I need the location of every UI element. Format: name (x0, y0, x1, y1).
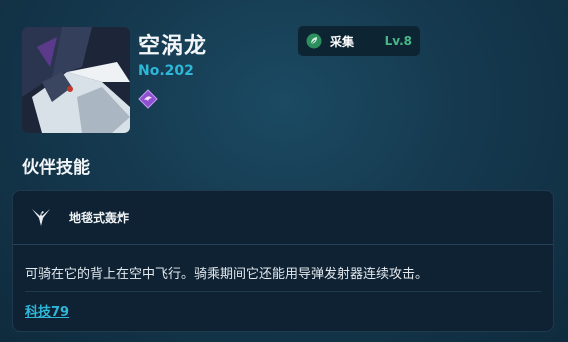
tech-link[interactable]: 科技79 (25, 301, 69, 320)
skill-name: 地毯式轰炸 (69, 211, 130, 225)
pal-portrait-image (22, 27, 130, 133)
leaf-icon (306, 33, 322, 49)
dragon-element-icon (138, 89, 158, 109)
work-label: 采集 (330, 34, 355, 49)
partner-skill-heading: 伙伴技能 (22, 158, 90, 178)
skill-description: 可骑在它的背上在空中飞行。骑乘期间它还能用导弹发射器连续攻击。 (25, 267, 429, 282)
work-suitability-badge[interactable]: 采集 Lv.8 (298, 26, 420, 56)
divider (25, 291, 541, 292)
pal-portrait (22, 27, 130, 133)
partner-skill-card: 地毯式轰炸 可骑在它的背上在空中飞行。骑乘期间它还能用导弹发射器连续攻击。 科技… (12, 190, 554, 332)
pal-number: No.202 (138, 63, 194, 79)
skill-header: 地毯式轰炸 (13, 191, 553, 245)
bird-icon (29, 206, 53, 230)
work-level: Lv.8 (384, 34, 412, 48)
pal-name: 空涡龙 (138, 34, 208, 59)
